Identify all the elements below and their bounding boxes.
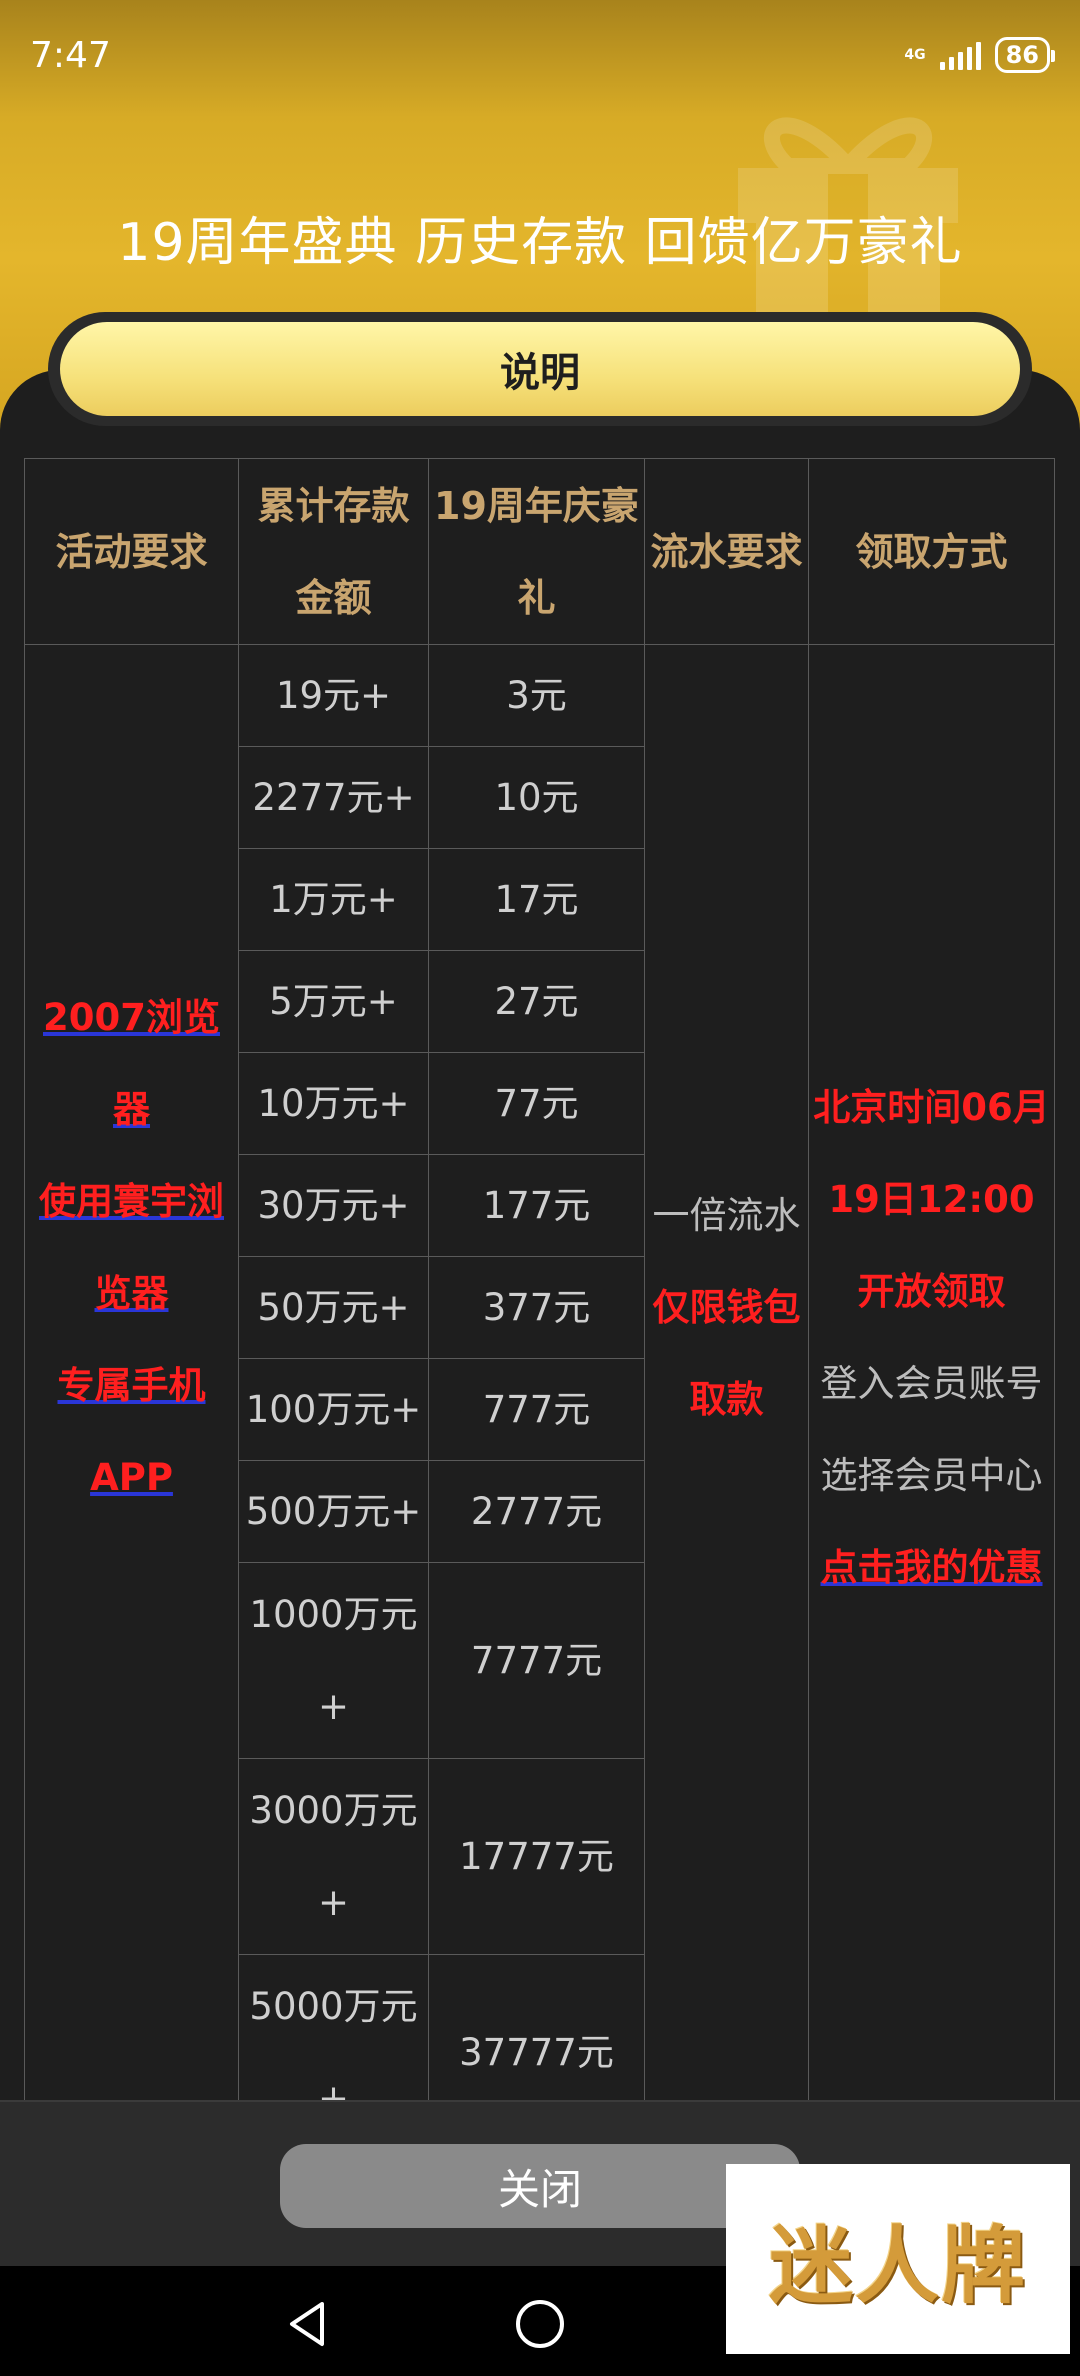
- header-requirement: 活动要求: [24, 458, 239, 645]
- watermark-logo: 迷人牌: [726, 2164, 1070, 2354]
- header-claim: 领取方式: [808, 458, 1055, 645]
- gift-cell: 177元: [428, 1154, 645, 1257]
- status-time: 7:47: [30, 34, 111, 76]
- deposit-cell: 500万元+: [238, 1460, 429, 1563]
- deposit-cell: 50万元+: [238, 1256, 429, 1359]
- gift-cell: 777元: [428, 1358, 645, 1461]
- network-type-icon: 4G: [904, 47, 926, 63]
- gift-cell: 10元: [428, 746, 645, 849]
- signal-icon: [939, 40, 981, 70]
- deposit-cell: 100万元+: [238, 1358, 429, 1461]
- deposit-cell: 1000万元+: [238, 1562, 429, 1759]
- banner-title: 19周年盛典 历史存款 回馈亿万豪礼: [117, 213, 963, 273]
- gift-cell: 7777元: [428, 1562, 645, 1759]
- claim-cell: 北京时间06月19日12:00开放领取 登入会员账号 选择会员中心 点击我的优惠: [808, 644, 1055, 2100]
- explain-button[interactable]: 说明: [60, 322, 1020, 416]
- claim-step-my-offers-link[interactable]: 点击我的优惠: [813, 1522, 1050, 1614]
- header-turnover: 流水要求: [644, 458, 809, 645]
- requirement-app[interactable]: 专属手机APP: [33, 1340, 230, 1524]
- turnover-text: 一倍流水: [652, 1193, 801, 1237]
- gift-cell: 3元: [428, 644, 645, 747]
- deposit-cell: 2277元+: [238, 746, 429, 849]
- deposit-cell: 19元+: [238, 644, 429, 747]
- requirement-browser[interactable]: 2007浏览器: [33, 972, 230, 1156]
- back-icon[interactable]: [280, 2296, 336, 2352]
- status-icons: 4G 86: [904, 37, 1056, 73]
- close-button[interactable]: 关闭: [280, 2144, 800, 2228]
- deposit-cell: 5000万元+: [238, 1954, 429, 2100]
- deposit-cell: 5万元+: [238, 950, 429, 1053]
- gift-cell: 377元: [428, 1256, 645, 1359]
- turnover-cell: 一倍流水 仅限钱包取款: [644, 644, 809, 2100]
- home-icon[interactable]: [512, 2296, 568, 2352]
- gift-cell: 17元: [428, 848, 645, 951]
- table-row: 2007浏览器 使用寰宇浏览器 专属手机APP 19元+ 3元 一倍流水 仅限钱…: [24, 644, 1055, 2100]
- header-deposit: 累计存款金额: [238, 458, 429, 645]
- deposit-cell: 1万元+: [238, 848, 429, 951]
- rewards-table-scroll[interactable]: 活动要求 累计存款金额 19周年庆豪礼 流水要求 领取方式 2007浏览器 使用…: [24, 458, 1056, 2100]
- header-gift: 19周年庆豪礼: [428, 458, 645, 645]
- deposit-cell: 3000万元+: [238, 1758, 429, 1955]
- claim-step-login: 登入会员账号: [820, 1361, 1043, 1405]
- claim-step-member-center: 选择会员中心: [820, 1453, 1043, 1497]
- requirement-use-browser[interactable]: 使用寰宇浏览器: [33, 1156, 230, 1340]
- claim-time: 北京时间06月19日12:00开放领取: [813, 1085, 1050, 1313]
- gift-cell: 77元: [428, 1052, 645, 1155]
- table-header-row: 活动要求 累计存款金额 19周年庆豪礼 流水要求 领取方式: [24, 458, 1055, 645]
- watermark-text: 迷人牌: [768, 2215, 1027, 2315]
- requirement-cell: 2007浏览器 使用寰宇浏览器 专属手机APP: [24, 644, 239, 2100]
- gift-cell: 17777元: [428, 1758, 645, 1955]
- rewards-table: 活动要求 累计存款金额 19周年庆豪礼 流水要求 领取方式 2007浏览器 使用…: [24, 458, 1055, 2100]
- deposit-cell: 30万元+: [238, 1154, 429, 1257]
- deposit-cell: 10万元+: [238, 1052, 429, 1155]
- battery-icon: 86: [994, 37, 1056, 73]
- turnover-highlight: 仅限钱包取款: [652, 1285, 801, 1421]
- gift-cell: 27元: [428, 950, 645, 1053]
- gift-cell: 2777元: [428, 1460, 645, 1563]
- gift-cell: 37777元: [428, 1954, 645, 2100]
